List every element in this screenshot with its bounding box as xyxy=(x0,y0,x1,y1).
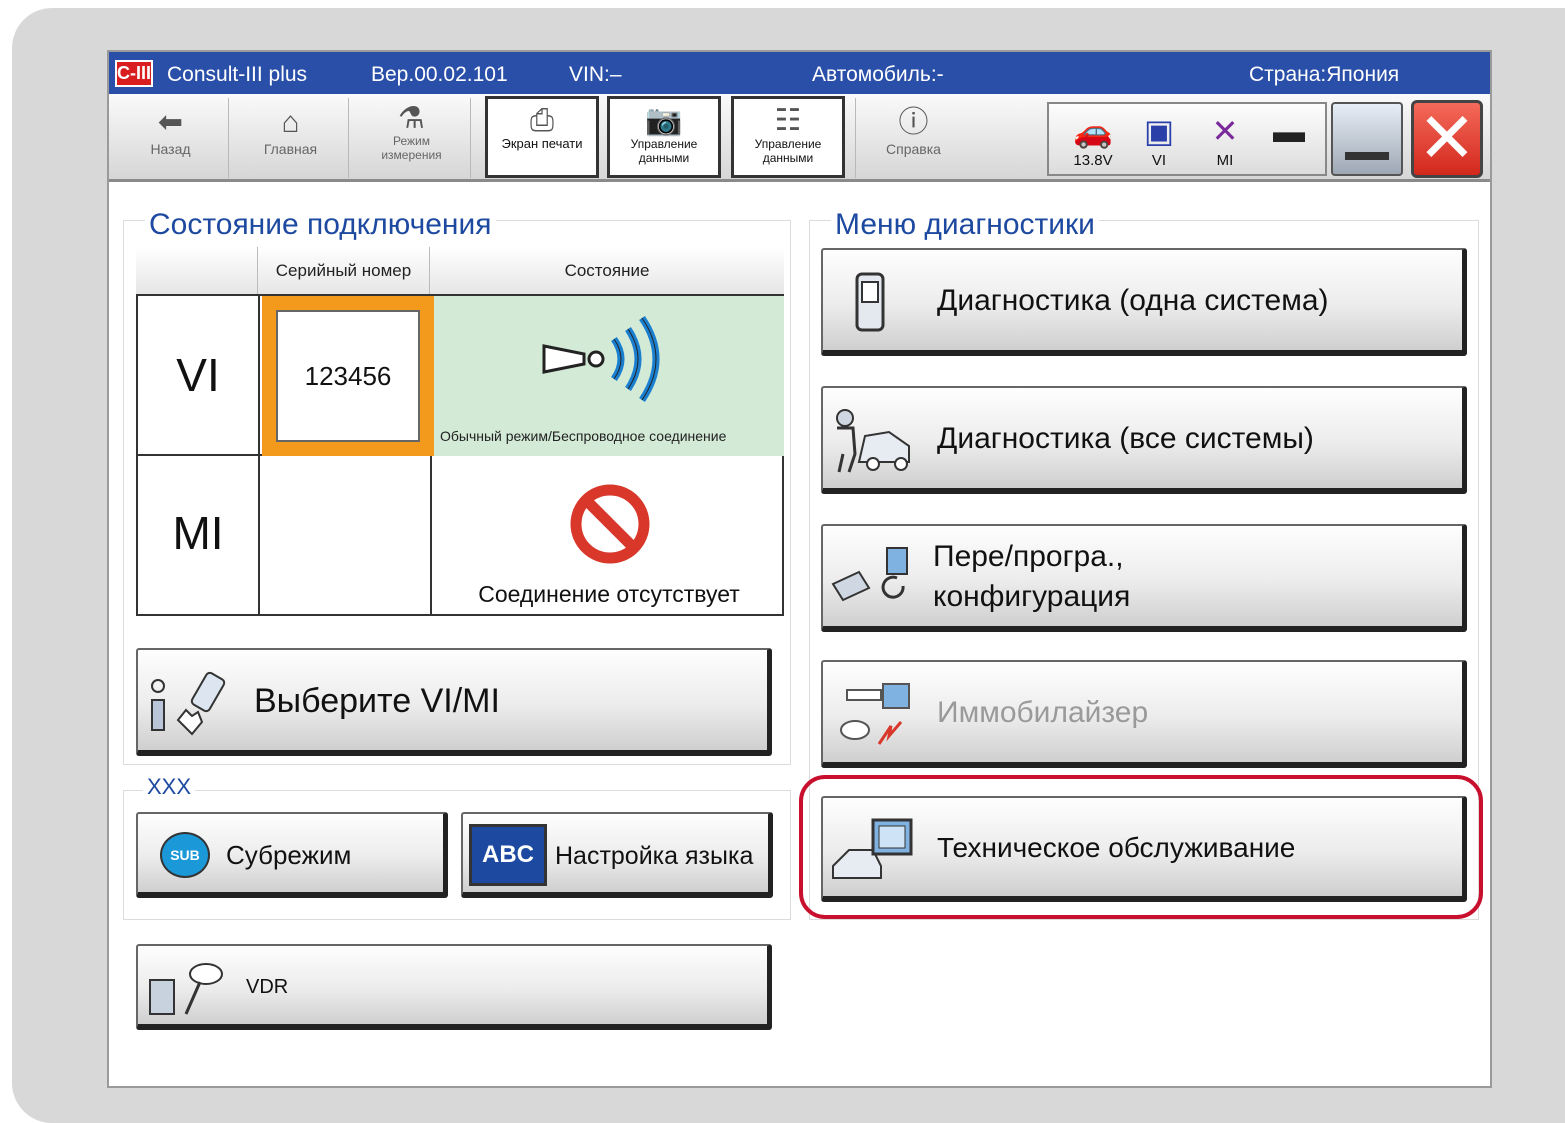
battery-icon: ▬ xyxy=(1273,113,1305,149)
data-management-button[interactable]: 📷 Управление данными xyxy=(607,96,721,178)
help-icon: ⓘ xyxy=(898,106,929,139)
data-mgmt2-label-2: данными xyxy=(762,151,814,165)
back-button[interactable]: ⬅ Назад xyxy=(113,98,229,178)
connection-title: Состояние подключения xyxy=(145,208,496,242)
reprogramming-button[interactable]: Пере/програ., конфигурация xyxy=(821,524,1467,632)
no-connection-icon xyxy=(570,484,650,564)
handheld-device-icon xyxy=(855,272,885,332)
help-button[interactable]: ⓘ Справка xyxy=(855,98,971,178)
connection-table: Серийный номер Состояние VI 123456 Обычн… xyxy=(136,247,784,617)
car-icon: 🚗 xyxy=(1073,113,1113,149)
vi-serial-value: 123456 xyxy=(276,310,420,442)
immobilizer-label: Иммобилайзер xyxy=(937,696,1149,729)
data-mgmt-label-2: данными xyxy=(638,151,690,165)
printer-icon: ⎙ xyxy=(530,104,554,137)
header-empty xyxy=(136,247,258,294)
maintenance-highlight-ring xyxy=(799,775,1483,919)
data-mgmt-label-1: Управление xyxy=(630,137,698,151)
connection-grid: VI 123456 Обычный режим/Беспроводное сое… xyxy=(136,294,784,616)
vi-label: VI xyxy=(1151,152,1167,169)
sub-badge-icon: SUB xyxy=(160,832,210,878)
vi-status-cell: Обычный режим/Беспроводное соединение xyxy=(434,296,784,456)
voltage-indicator: 🚗 13.8V xyxy=(1063,110,1123,169)
camera-icon: 📷 xyxy=(645,104,683,137)
vi-status-text: Обычный режим/Беспроводное соединение xyxy=(440,428,727,444)
vi-laptop-icon: ▣ xyxy=(1143,113,1175,149)
help-label: Справка xyxy=(886,141,941,157)
print-screen-button[interactable]: ⎙ Экран печати xyxy=(485,96,599,178)
immobilizer-button[interactable]: Иммобилайзер xyxy=(821,660,1467,768)
row-label-vi: VI xyxy=(176,349,220,401)
home-button[interactable]: ⌂ Главная xyxy=(233,98,349,178)
sub-section-title: XXX xyxy=(143,774,196,800)
app-name: Consult-III plus xyxy=(167,63,308,86)
status-indicators: 🚗 13.8V ▣ VI ✕ MI ▬ xyxy=(1047,102,1327,176)
home-label: Главная xyxy=(263,141,318,157)
header-status: Состояние xyxy=(430,247,784,294)
mode-label-1: Режим xyxy=(393,134,430,148)
title-bar: C-III Consult-III plus Вер.00.02.101 VIN… xyxy=(109,52,1490,94)
submode-button[interactable]: SUB Субрежим xyxy=(136,812,448,898)
reprogram-icon xyxy=(831,547,908,602)
home-icon: ⌂ xyxy=(281,106,300,139)
diag-all-systems-button[interactable]: Диагностика (все системы) xyxy=(821,386,1467,494)
back-label: Назад xyxy=(150,141,191,157)
voltage-label: 13.8V xyxy=(1073,152,1113,169)
mode-label-2: измерения xyxy=(381,148,442,162)
app-window: C-III Consult-III plus Вер.00.02.101 VIN… xyxy=(107,50,1492,1088)
reprogram-label-2: конфигурация xyxy=(933,580,1131,613)
country-label: Страна:Япония xyxy=(1249,63,1400,86)
battery-indicator: ▬ xyxy=(1259,110,1319,152)
measurement-icon: ⚗ xyxy=(398,102,425,135)
immobilizer-key-icon xyxy=(840,683,910,745)
diag-single-label: Диагностика (одна система) xyxy=(937,284,1329,317)
consult-logo: C-III xyxy=(115,60,153,87)
vi-serial-cell[interactable]: 123456 xyxy=(262,296,434,456)
diag-single-system-button[interactable]: Диагностика (одна система) xyxy=(821,248,1467,356)
abc-badge-icon: ABC xyxy=(469,824,547,886)
back-arrow-icon: ⬅ xyxy=(157,106,184,139)
vi-indicator: ▣ VI xyxy=(1129,110,1189,169)
network-icon: ☷ xyxy=(774,104,802,137)
vehicle-label: Автомобиль:- xyxy=(812,63,944,86)
mi-disconnected-icon: ✕ xyxy=(1211,113,1239,149)
mi-status-cell: Соединение отсутствует xyxy=(434,458,784,614)
measurement-mode-button[interactable]: ⚗ Режим измерения xyxy=(353,98,471,178)
close-button[interactable]: ✕ xyxy=(1411,100,1483,178)
print-label: Экран печати xyxy=(501,136,583,151)
data-mgmt2-label-1: Управление xyxy=(754,137,822,151)
row-label-mi: MI xyxy=(172,507,224,559)
data-management-button-2[interactable]: ☷ Управление данными xyxy=(731,96,845,178)
vdr-label: VDR xyxy=(246,976,289,998)
version-label: Вер.00.02.101 xyxy=(371,63,508,86)
language-label: Настройка языка xyxy=(555,842,754,870)
diag-all-label: Диагностика (все системы) xyxy=(937,422,1314,455)
mi-indicator: ✕ MI xyxy=(1195,110,1255,169)
toolbar: ⬅ Назад ⌂ Главная ⚗ Режим измерения ⎙ Эк… xyxy=(109,94,1490,182)
minimize-button[interactable] xyxy=(1331,102,1403,176)
submode-label: Субрежим xyxy=(226,840,352,870)
mi-label: MI xyxy=(1216,152,1234,169)
mechanic-car-icon xyxy=(836,409,910,473)
vdr-recorder-icon xyxy=(149,963,223,1015)
vdr-button[interactable]: VDR xyxy=(136,944,772,1030)
select-vimi-button[interactable]: Выберите VI/MI xyxy=(136,648,772,756)
wireless-signal-icon xyxy=(542,316,660,402)
reprogram-label-1: Пере/програ., xyxy=(933,540,1124,573)
select-device-icon xyxy=(151,671,226,736)
language-settings-button[interactable]: ABC Настройка языка xyxy=(461,812,773,898)
select-vimi-label: Выберите VI/MI xyxy=(254,682,500,720)
diag-menu-title: Меню диагностики xyxy=(831,208,1099,242)
header-serial: Серийный номер xyxy=(258,247,430,294)
vin-label: VIN:– xyxy=(569,63,622,86)
mi-status-text: Соединение отсутствует xyxy=(478,581,740,607)
